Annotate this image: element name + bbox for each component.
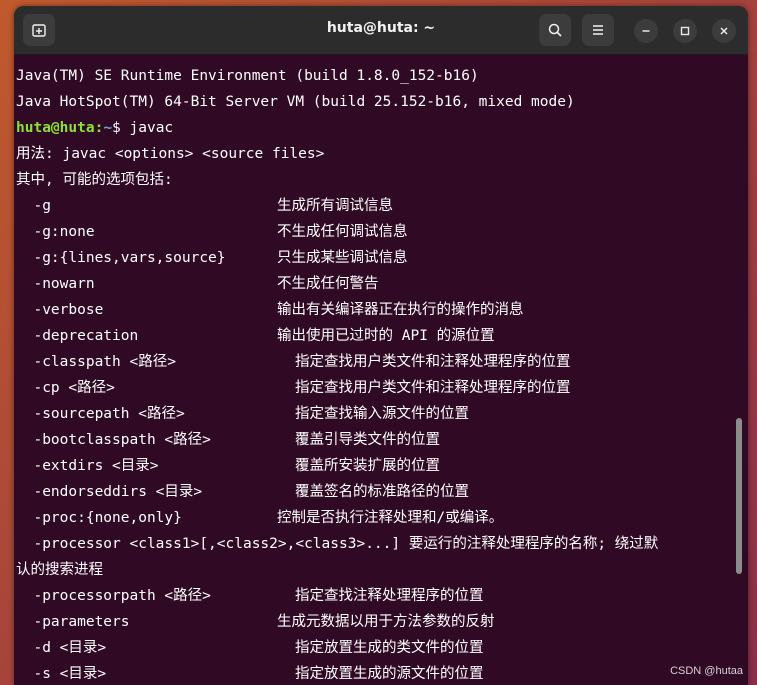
option-line: -nowarn 不生成任何警告: [16, 271, 378, 297]
minimize-icon: [642, 30, 650, 32]
option-line: -parameters 生成元数据以用于方法参数的反射: [16, 609, 494, 635]
option-flag: -endorseddirs <目录>: [16, 484, 203, 500]
option-line: -verbose 输出有关编译器正在执行的操作的消息: [16, 297, 523, 323]
option-flag: -g: [16, 198, 51, 214]
maximize-icon: [680, 26, 690, 36]
option-line: -cp <路径> 指定查找用户类文件和注释处理程序的位置: [16, 375, 570, 401]
option-flag: -processorpath <路径>: [16, 588, 211, 604]
option-line: -d <目录> 指定放置生成的类文件的位置: [16, 635, 483, 661]
option-description: 不生成任何警告: [277, 276, 379, 292]
option-line: -bootclasspath <路径> 覆盖引导类文件的位置: [16, 427, 440, 453]
option-description: 指定查找用户类文件和注释处理程序的位置: [295, 354, 571, 370]
window-title-text: huta@huta: ~: [326, 20, 436, 36]
option-flag: -deprecation: [16, 328, 139, 344]
title-bar: huta@huta: ~: [14, 6, 748, 55]
option-line: -s <目录> 指定放置生成的源文件的位置: [16, 661, 483, 685]
output-line: -processor <class1>[,<class2>,<class3>..…: [16, 536, 659, 552]
output-line: Java(TM) SE Runtime Environment (build 1…: [16, 68, 479, 84]
minimize-button[interactable]: [634, 19, 658, 43]
option-flag: -bootclasspath <路径>: [16, 432, 211, 448]
option-flag: -cp <路径>: [16, 380, 115, 396]
option-flag: -parameters: [16, 614, 130, 630]
option-line: -g:none 不生成任何调试信息: [16, 219, 407, 245]
prompt-separator: :: [94, 120, 104, 136]
new-tab-icon: [32, 24, 46, 37]
search-button[interactable]: [539, 14, 571, 46]
option-line: -processorpath <路径> 指定查找注释处理程序的位置: [16, 583, 483, 609]
option-description: 生成所有调试信息: [277, 198, 393, 214]
prompt-user: huta@huta: [16, 120, 95, 136]
option-description: 指定查找用户类文件和注释处理程序的位置: [295, 380, 571, 396]
watermark: CSDN @hutaa: [670, 665, 743, 677]
close-icon: [720, 27, 728, 35]
prompt-symbol: $: [112, 120, 130, 136]
option-description: 控制是否执行注释处理和/或编译。: [277, 510, 504, 526]
output-line: Java HotSpot(TM) 64-Bit Server VM (build…: [16, 94, 575, 110]
terminal-output[interactable]: Java(TM) SE Runtime Environment (build 1…: [14, 55, 748, 685]
option-description: 指定放置生成的类文件的位置: [295, 640, 484, 656]
scrollbar-thumb[interactable]: [736, 418, 742, 574]
terminal-window: huta@huta: ~ Java(TM) SE Runtime Environ…: [14, 6, 748, 685]
option-flag: -g:none: [16, 224, 95, 240]
option-flag: -proc:{none,only}: [16, 510, 182, 526]
option-line: -g 生成所有调试信息: [16, 193, 393, 219]
option-flag: -nowarn: [16, 276, 95, 292]
option-flag: -g:{lines,vars,source}: [16, 250, 226, 266]
command-text: javac: [129, 120, 174, 136]
output-line: 其中, 可能的选项包括:: [16, 172, 173, 188]
hamburger-menu-icon: [593, 25, 603, 35]
option-flag: -classpath <路径>: [16, 354, 176, 370]
option-flag: -s <目录>: [16, 666, 107, 682]
output-line: 用法: javac <options> <source files>: [16, 146, 325, 162]
option-line: -deprecation 输出使用已过时的 API 的源位置: [16, 323, 494, 349]
option-description: 生成元数据以用于方法参数的反射: [277, 614, 495, 630]
option-description: 只生成某些调试信息: [277, 250, 408, 266]
option-line: -classpath <路径> 指定查找用户类文件和注释处理程序的位置: [16, 349, 570, 375]
menu-button[interactable]: [582, 14, 614, 46]
option-description: 输出有关编译器正在执行的操作的消息: [277, 302, 524, 318]
output-line: 认的搜索进程: [16, 562, 103, 578]
option-description: 指定查找注释处理程序的位置: [295, 588, 484, 604]
option-line: -proc:{none,only} 控制是否执行注释处理和/或编译。: [16, 505, 503, 531]
option-description: 覆盖所安装扩展的位置: [295, 458, 440, 474]
option-description: 指定查找输入源文件的位置: [295, 406, 469, 422]
close-button[interactable]: [712, 19, 736, 43]
option-description: 覆盖引导类文件的位置: [295, 432, 440, 448]
prompt-line: huta@huta:~$ javac: [16, 115, 173, 141]
option-line: -endorseddirs <目录> 覆盖签名的标准路径的位置: [16, 479, 469, 505]
search-icon: [548, 23, 562, 37]
option-description: 覆盖签名的标准路径的位置: [295, 484, 469, 500]
new-tab-button[interactable]: [23, 14, 55, 46]
option-flag: -verbose: [16, 302, 104, 318]
option-line: -sourcepath <路径> 指定查找输入源文件的位置: [16, 401, 469, 427]
option-line: -g:{lines,vars,source} 只生成某些调试信息: [16, 245, 407, 271]
option-line: -extdirs <目录> 覆盖所安装扩展的位置: [16, 453, 440, 479]
prompt-path: ~: [103, 120, 113, 136]
maximize-button[interactable]: [673, 19, 697, 43]
option-flag: -d <目录>: [16, 640, 107, 656]
option-description: 指定放置生成的源文件的位置: [295, 666, 484, 682]
option-description: 不生成任何调试信息: [277, 224, 408, 240]
option-flag: -sourcepath <路径>: [16, 406, 185, 422]
option-description: 输出使用已过时的 API 的源位置: [277, 328, 495, 344]
option-flag: -extdirs <目录>: [16, 458, 159, 474]
